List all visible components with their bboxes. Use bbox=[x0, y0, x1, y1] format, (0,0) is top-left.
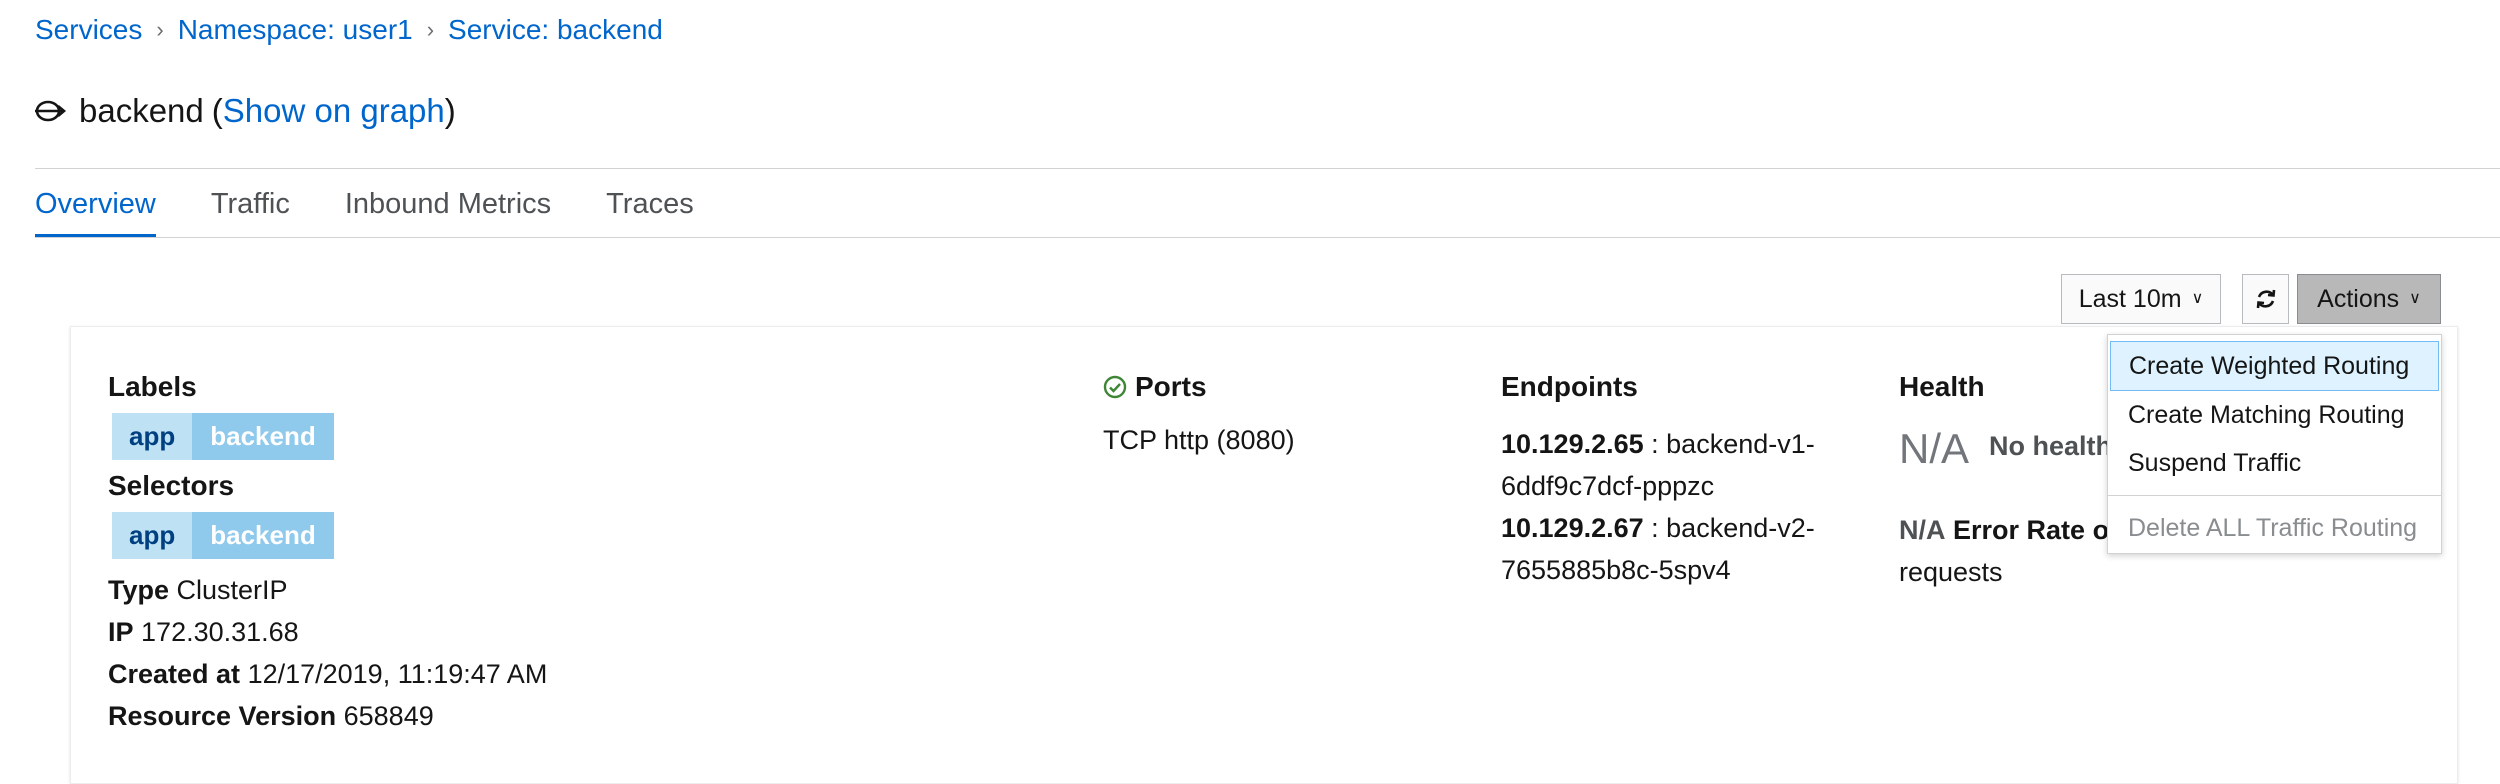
selectors-heading: Selectors bbox=[108, 470, 235, 501]
tab-overview[interactable]: Overview bbox=[35, 168, 156, 238]
ip-row: IP 172.30.31.68 bbox=[108, 611, 547, 653]
created-key: Created at bbox=[108, 659, 241, 689]
service-properties: Type ClusterIP IP 172.30.31.68 Created a… bbox=[108, 569, 547, 737]
ports-heading-row: Ports bbox=[1103, 371, 1295, 403]
endpoint-item: 10.129.2.67 : backend-v2-7655885b8c-5spv… bbox=[1501, 507, 1841, 591]
selector-badge: app backend bbox=[112, 512, 547, 559]
title-open-paren: ( bbox=[211, 92, 223, 129]
endpoints-column: Endpoints 10.129.2.65 : backend-v1-6ddf9… bbox=[1501, 371, 1841, 591]
error-rate-na: N/A bbox=[1899, 515, 1946, 545]
tab-traces[interactable]: Traces bbox=[606, 168, 694, 238]
page-title: backend ( Show on graph ) bbox=[33, 92, 456, 130]
chevron-down-icon: ∨ bbox=[2191, 290, 2204, 307]
type-key: Type bbox=[108, 575, 170, 605]
actions-dropdown-button[interactable]: Actions ∨ bbox=[2297, 274, 2441, 324]
service-icon bbox=[35, 100, 67, 122]
type-value: ClusterIP bbox=[176, 575, 288, 605]
breadcrumb: Services › Namespace: user1 › Service: b… bbox=[35, 14, 663, 46]
menu-divider bbox=[2108, 495, 2441, 496]
endpoints-heading: Endpoints bbox=[1501, 371, 1638, 402]
ip-key: IP bbox=[108, 617, 134, 647]
health-na: N/A bbox=[1899, 425, 1970, 472]
actions-label: Actions bbox=[2317, 284, 2400, 313]
breadcrumb-service[interactable]: Service: backend bbox=[448, 14, 663, 46]
selector-value: backend bbox=[192, 512, 334, 559]
endpoint-separator: : bbox=[1643, 513, 1667, 543]
menu-item-create-weighted-routing[interactable]: Create Weighted Routing bbox=[2110, 341, 2439, 391]
time-range-dropdown[interactable]: Last 10m ∨ bbox=[2061, 274, 2221, 324]
tab-bar: Overview Traffic Inbound Metrics Traces bbox=[35, 168, 749, 238]
ports-heading: Ports bbox=[1135, 371, 1207, 402]
show-on-graph-link[interactable]: Show on graph bbox=[223, 92, 445, 130]
refresh-button[interactable] bbox=[2242, 274, 2289, 324]
endpoint-ip: 10.129.2.65 bbox=[1501, 429, 1644, 459]
resource-version-key: Resource Version bbox=[108, 701, 337, 731]
label-value: backend bbox=[192, 413, 334, 460]
endpoint-separator: : bbox=[1643, 429, 1667, 459]
toolbar: Last 10m ∨ Actions ∨ bbox=[0, 274, 2500, 326]
title-close-paren: ) bbox=[444, 92, 456, 129]
resource-version-value: 658849 bbox=[343, 701, 434, 731]
chevron-right-icon: › bbox=[426, 17, 435, 42]
ports-column: Ports TCP http (8080) bbox=[1103, 371, 1295, 456]
time-range-label: Last 10m bbox=[2078, 284, 2182, 313]
type-row: Type ClusterIP bbox=[108, 569, 547, 611]
service-name: backend bbox=[79, 92, 204, 129]
tab-traffic[interactable]: Traffic bbox=[211, 168, 290, 238]
check-circle-icon bbox=[1103, 375, 1127, 399]
breadcrumb-services[interactable]: Services bbox=[35, 14, 142, 46]
menu-item-delete-all-traffic-routing: Delete ALL Traffic Routing bbox=[2128, 513, 2418, 542]
tab-inbound-metrics[interactable]: Inbound Metrics bbox=[345, 168, 551, 238]
port-value: TCP http (8080) bbox=[1103, 425, 1295, 455]
label-badge: app backend bbox=[112, 413, 547, 460]
created-value: 12/17/2019, 11:19:47 AM bbox=[247, 659, 548, 689]
endpoint-ip: 10.129.2.67 bbox=[1501, 513, 1644, 543]
selector-key: app bbox=[112, 512, 193, 559]
labels-column: Labels app backend Selectors app backend… bbox=[108, 371, 547, 737]
resource-version-row: Resource Version 658849 bbox=[108, 695, 547, 737]
menu-item-suspend-traffic[interactable]: Suspend Traffic bbox=[2108, 439, 2441, 487]
menu-item-create-matching-routing[interactable]: Create Matching Routing bbox=[2108, 391, 2441, 439]
labels-heading: Labels bbox=[108, 371, 197, 402]
chevron-down-icon: ∨ bbox=[2409, 290, 2421, 307]
actions-menu: Create Weighted Routing Create Matching … bbox=[2107, 334, 2442, 554]
breadcrumb-namespace[interactable]: Namespace: user1 bbox=[178, 14, 413, 46]
endpoint-item: 10.129.2.65 : backend-v1-6ddf9c7dcf-pppz… bbox=[1501, 423, 1841, 507]
refresh-icon bbox=[2256, 289, 2275, 309]
service-info-card: Labels app backend Selectors app backend… bbox=[70, 326, 2458, 784]
chevron-right-icon: › bbox=[156, 17, 164, 42]
ip-value: 172.30.31.68 bbox=[141, 617, 299, 647]
divider bbox=[35, 237, 2500, 238]
label-key: app bbox=[112, 413, 193, 460]
created-row: Created at 12/17/2019, 11:19:47 AM bbox=[108, 653, 547, 695]
